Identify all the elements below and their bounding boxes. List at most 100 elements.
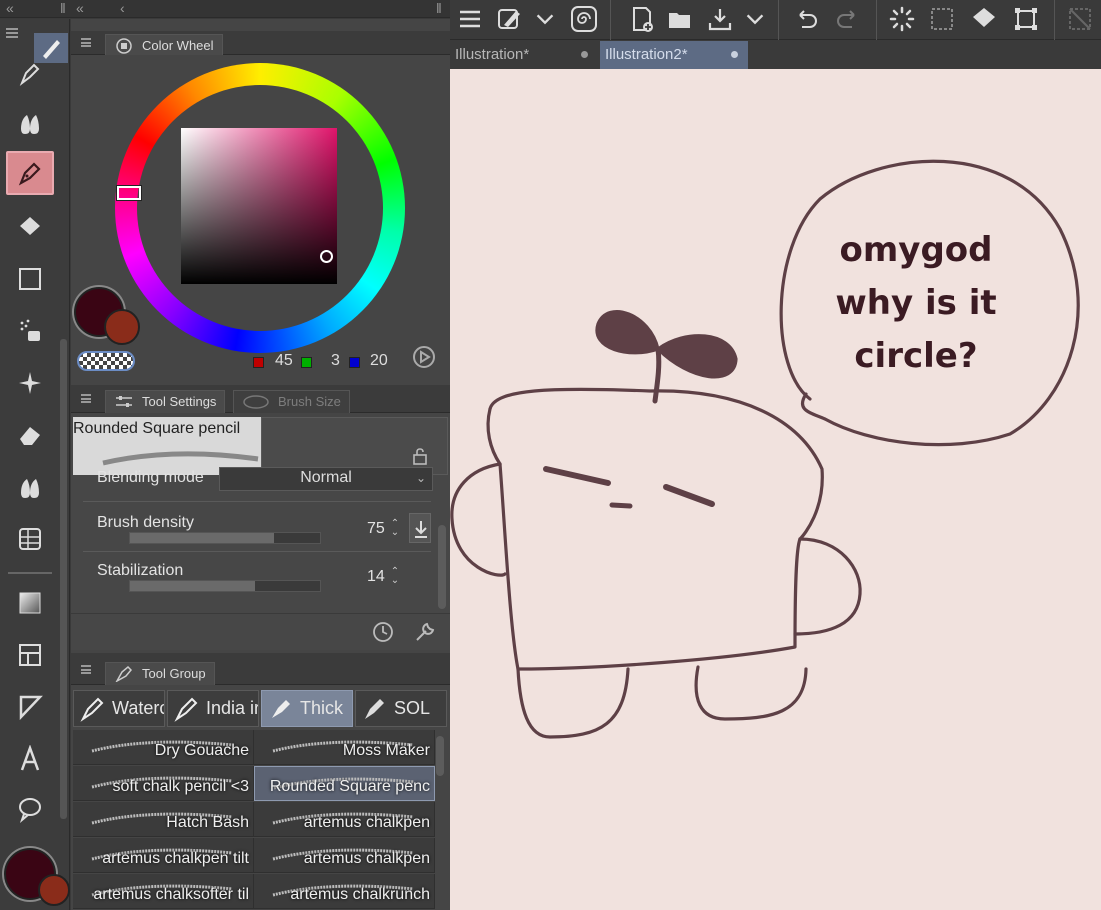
subtool-tab-sol[interactable]: SOL [355, 690, 447, 727]
document-tab-active[interactable]: Illustration2* [600, 41, 748, 69]
separator [1054, 0, 1055, 40]
close-dot-icon[interactable] [731, 51, 738, 58]
fill-bucket-icon[interactable] [6, 205, 54, 249]
stabilization-slider[interactable] [129, 580, 321, 592]
gradient-tool-icon[interactable] [6, 581, 54, 625]
watercolor-tool-icon[interactable] [6, 101, 54, 145]
selection-icon[interactable] [926, 3, 958, 35]
chevron-left-icon[interactable]: ‹ [120, 0, 125, 16]
tab-tool-group[interactable]: Tool Group [105, 662, 215, 685]
rectangle-tool-icon[interactable] [6, 257, 54, 301]
frame-tool-icon[interactable] [6, 633, 54, 677]
tool-settings-scrollbar[interactable] [438, 525, 446, 609]
wrench-icon[interactable] [413, 620, 437, 644]
blending-mode-select[interactable]: Normal ⌄ [219, 467, 433, 491]
subtool-tab-thick[interactable]: Thick [261, 690, 353, 727]
color-mode-icon[interactable] [412, 345, 436, 369]
chevron-down-icon[interactable] [742, 3, 768, 35]
document-tab-label: Illustration* [455, 46, 530, 63]
spin-arrows-icon[interactable]: ⌃ ⌄ [389, 519, 401, 539]
left-foot [516, 667, 630, 739]
eraser-tool-icon[interactable] [6, 413, 54, 457]
sparkle-tool-icon[interactable] [6, 361, 54, 405]
brush-density-row: Brush density 75 ⌃ ⌄ [83, 501, 431, 549]
brush-list-scrollbar[interactable] [436, 736, 444, 776]
pencil-brush-tool-icon[interactable] [6, 151, 54, 195]
stabilization-value: 14 [367, 568, 385, 585]
divider-icon: ‖ [436, 0, 442, 16]
spin-arrows-icon[interactable]: ⌃ ⌄ [389, 567, 401, 587]
brush-size-icon [243, 395, 269, 409]
open-folder-icon[interactable] [664, 3, 696, 35]
lock-icon[interactable] [411, 447, 429, 465]
subtool-tab-india-ink[interactable]: India ir [167, 690, 259, 727]
separator [610, 0, 611, 40]
side-panels: Color Wheel 45 3 20 Tool Settings Brush … [71, 19, 450, 910]
collapse-left-icon[interactable]: « [76, 0, 84, 16]
brush-item-label: soft chalk pencil <3 [112, 778, 249, 795]
transparent-color-swatch[interactable] [77, 351, 135, 371]
new-canvas-icon[interactable] [626, 3, 658, 35]
tab-brush-size[interactable]: Brush Size [233, 390, 350, 413]
tab-color-wheel[interactable]: Color Wheel [105, 34, 223, 56]
redo-icon[interactable] [832, 3, 864, 35]
text-tool-icon[interactable] [6, 737, 54, 781]
save-icon[interactable] [704, 3, 736, 35]
drawing-canvas[interactable]: omygod why is it circle? [450, 69, 1101, 910]
tool-strip-scrollbar[interactable] [60, 339, 67, 819]
panel-menu-icon[interactable] [81, 38, 91, 47]
body-left-top [486, 407, 502, 466]
transform-icon[interactable] [1010, 3, 1042, 35]
figure-tool-icon[interactable] [6, 685, 54, 729]
brush-name: Rounded Square pencil [73, 420, 241, 437]
brush-density-label: Brush density [97, 514, 194, 531]
brush-item[interactable]: artemus chalkpen [254, 838, 435, 873]
brush-item[interactable]: artemus chalksofter til [73, 874, 254, 909]
fill-icon[interactable] [968, 3, 1000, 35]
close-dot-icon[interactable] [581, 51, 588, 58]
brush-item[interactable]: soft chalk pencil <3 [73, 766, 254, 801]
sv-cursor[interactable] [320, 250, 333, 263]
collapse-left-icon[interactable]: « [6, 0, 14, 16]
sub-color-swatch[interactable] [38, 874, 70, 906]
document-tab[interactable]: Illustration* [450, 41, 598, 69]
undo-icon[interactable] [790, 3, 822, 35]
brush-density-slider[interactable] [129, 532, 321, 544]
brush-item-label: artemus chalksofter til [93, 886, 249, 903]
brush-item[interactable]: artemus chalkpen [254, 802, 435, 837]
subtool-tab-watercolor[interactable]: Waterc [73, 690, 165, 727]
clear-selection-icon[interactable] [1064, 3, 1096, 35]
chevron-down-icon[interactable] [532, 3, 558, 35]
ruler-tool-icon[interactable] [6, 517, 54, 561]
pen-tool-icon[interactable] [6, 51, 54, 95]
clock-icon[interactable] [371, 620, 395, 644]
panel-menu-icon[interactable] [81, 665, 91, 674]
saturation-value-square[interactable] [181, 128, 337, 284]
brush-item[interactable]: artemus chalkpen tilt [73, 838, 254, 873]
tab-tool-settings[interactable]: Tool Settings [105, 390, 226, 413]
balloon-tool-icon[interactable] [6, 787, 54, 831]
panel-menu-icon[interactable] [81, 394, 91, 403]
brush-density-value: 75 [367, 520, 385, 537]
loading-spinner-icon[interactable] [886, 3, 918, 35]
hue-marker[interactable] [116, 185, 142, 201]
menu-icon[interactable] [2, 23, 22, 43]
brush-icon [80, 697, 104, 722]
menu-icon[interactable] [454, 3, 486, 35]
sub-color-swatch[interactable] [104, 309, 140, 345]
brush-item[interactable]: Moss Maker [254, 730, 435, 765]
left-eye [543, 466, 611, 486]
download-icon[interactable] [409, 513, 431, 543]
brush-item[interactable]: Dry Gouache [73, 730, 254, 765]
brush-item[interactable]: Rounded Square penc [254, 766, 435, 801]
speech-text: omygod why is it circle? [835, 230, 996, 376]
brush-item[interactable]: artemus chalkrunch [254, 874, 435, 909]
brush-item[interactable]: Hatch Bash [73, 802, 254, 837]
spiral-icon[interactable] [568, 3, 600, 35]
color-wheel-header: Color Wheel [71, 31, 450, 56]
body-top [488, 387, 824, 541]
blend-tool-icon[interactable] [6, 465, 54, 509]
edit-brush-icon[interactable] [494, 3, 526, 35]
tab-label: Color Wheel [142, 38, 214, 53]
airbrush-tool-icon[interactable] [6, 309, 54, 353]
